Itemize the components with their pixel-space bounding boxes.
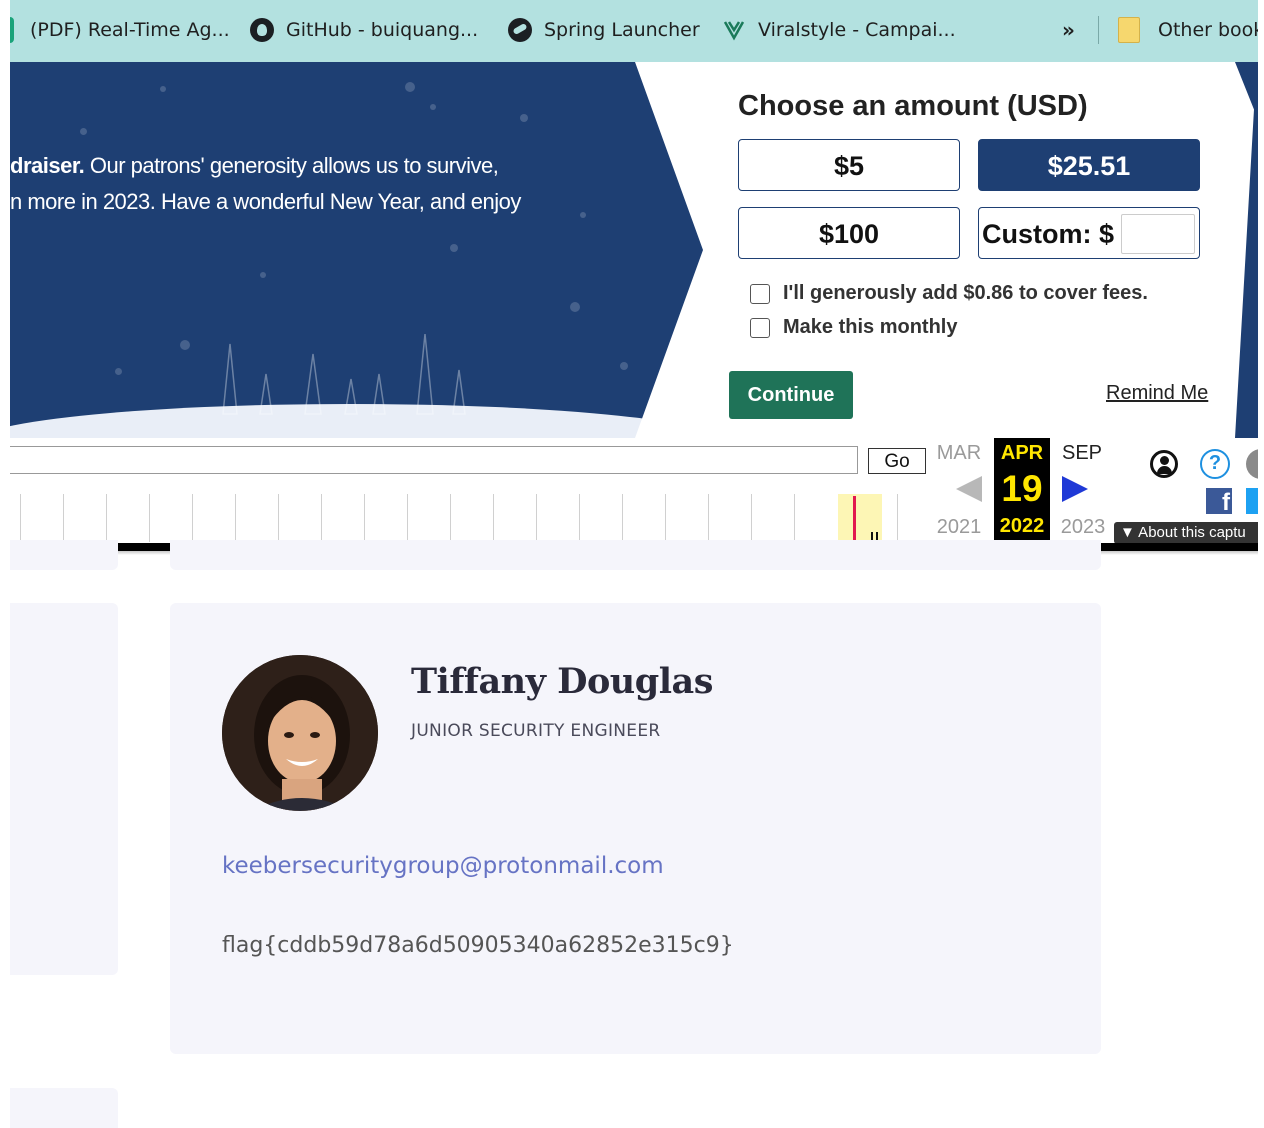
viralstyle-icon	[722, 18, 746, 42]
capture-timeline[interactable]	[10, 494, 910, 542]
monthly-label: Make this monthly	[783, 316, 958, 338]
custom-amount-label: Custom: $	[982, 219, 1115, 249]
prev-month-link[interactable]: MAR	[932, 442, 986, 465]
timeline-capture-mark	[876, 532, 878, 540]
continue-button[interactable]: Continue	[729, 371, 853, 419]
about-capture-button[interactable]: ▼ About this captu	[1114, 522, 1264, 544]
side-card-fragment	[10, 1088, 118, 1128]
go-button[interactable]: Go	[868, 448, 926, 474]
member-email-link[interactable]: keebersecuritygroup@protonmail.com	[222, 853, 664, 879]
cover-fees-label: I'll generously add $0.86 to cover fees.	[783, 282, 1148, 304]
monthly-option[interactable]: Make this monthly	[750, 316, 957, 339]
current-month: APR	[1000, 442, 1044, 464]
wayback-toolbar: Go MAR 2021 APR 19 2022 SEP 2023 ? f ▼ A…	[10, 438, 1264, 546]
bookmark-github[interactable]: GitHub - buiquang...	[250, 16, 478, 44]
cover-fees-checkbox[interactable]	[750, 283, 770, 304]
prev-year-link[interactable]: 2021	[932, 516, 986, 539]
current-year: 2022	[999, 515, 1045, 537]
side-card	[10, 603, 118, 975]
custom-amount-input[interactable]	[1121, 214, 1195, 254]
custom-amount-button[interactable]: Custom: $	[978, 207, 1200, 259]
folder-icon	[1118, 17, 1140, 43]
monthly-checkbox[interactable]	[750, 317, 770, 338]
wayback-url-input[interactable]	[10, 446, 858, 474]
next-month-link[interactable]: SEP	[1055, 442, 1109, 465]
facebook-share-icon[interactable]: f	[1206, 488, 1232, 516]
bookmarks-bar: (PDF) Real-Time Ag... GitHub - buiquang.…	[0, 0, 1264, 62]
bookmarks-divider	[1098, 16, 1099, 44]
bookmarks-overflow-button[interactable]: »	[1062, 16, 1075, 44]
member-flag-text: flag{cddb59d78a6d50905340a62852e315c9}	[222, 933, 734, 958]
current-capture-date: APR 19 2022	[994, 438, 1050, 546]
member-title: JUNIOR SECURITY ENGINEER	[411, 721, 661, 741]
other-bookmarks[interactable]: Other book	[1118, 16, 1264, 44]
bookmark-label: Other book	[1158, 19, 1264, 41]
bookmark-spring-launcher[interactable]: Spring Launcher	[508, 16, 700, 44]
prev-capture-arrow-icon[interactable]	[956, 476, 982, 502]
bookmark-label: GitHub - buiquang...	[286, 19, 479, 41]
amount-100-button[interactable]: $100	[738, 207, 960, 259]
avatar	[222, 655, 378, 811]
user-account-icon[interactable]	[1150, 450, 1178, 478]
bookmark-label: Spring Launcher	[544, 19, 700, 41]
team-member-card: Tiffany Douglas JUNIOR SECURITY ENGINEER…	[170, 603, 1101, 1054]
amount-25-51-button[interactable]: $25.51	[978, 139, 1200, 191]
amount-title: Choose an amount (USD)	[738, 90, 1088, 122]
timeline-capture-mark	[871, 532, 873, 540]
screenshot-right-border	[1258, 0, 1264, 1120]
member-name: Tiffany Douglas	[411, 661, 713, 702]
github-icon	[250, 18, 274, 42]
next-year-link[interactable]: 2023	[1056, 516, 1110, 539]
screenshot-left-border	[0, 0, 10, 1120]
card-fragment	[10, 540, 118, 570]
current-day: 19	[1001, 468, 1043, 509]
cover-fees-option[interactable]: I'll generously add $0.86 to cover fees.	[750, 282, 1148, 305]
card-fragment	[170, 540, 1101, 570]
timeline-current-marker	[853, 496, 856, 540]
remind-me-link[interactable]: Remind Me	[1106, 382, 1208, 405]
amount-5-button[interactable]: $5	[738, 139, 960, 191]
bookmark-viralstyle[interactable]: Viralstyle - Campai...	[722, 16, 956, 44]
bookmark-label: Viralstyle - Campai...	[758, 19, 956, 41]
bookmark-pdf[interactable]: (PDF) Real-Time Ag...	[0, 16, 230, 44]
next-capture-arrow-icon[interactable]	[1062, 476, 1088, 502]
bookmark-label: (PDF) Real-Time Ag...	[30, 19, 230, 41]
help-icon[interactable]: ?	[1200, 449, 1230, 479]
globe-icon	[508, 18, 532, 42]
